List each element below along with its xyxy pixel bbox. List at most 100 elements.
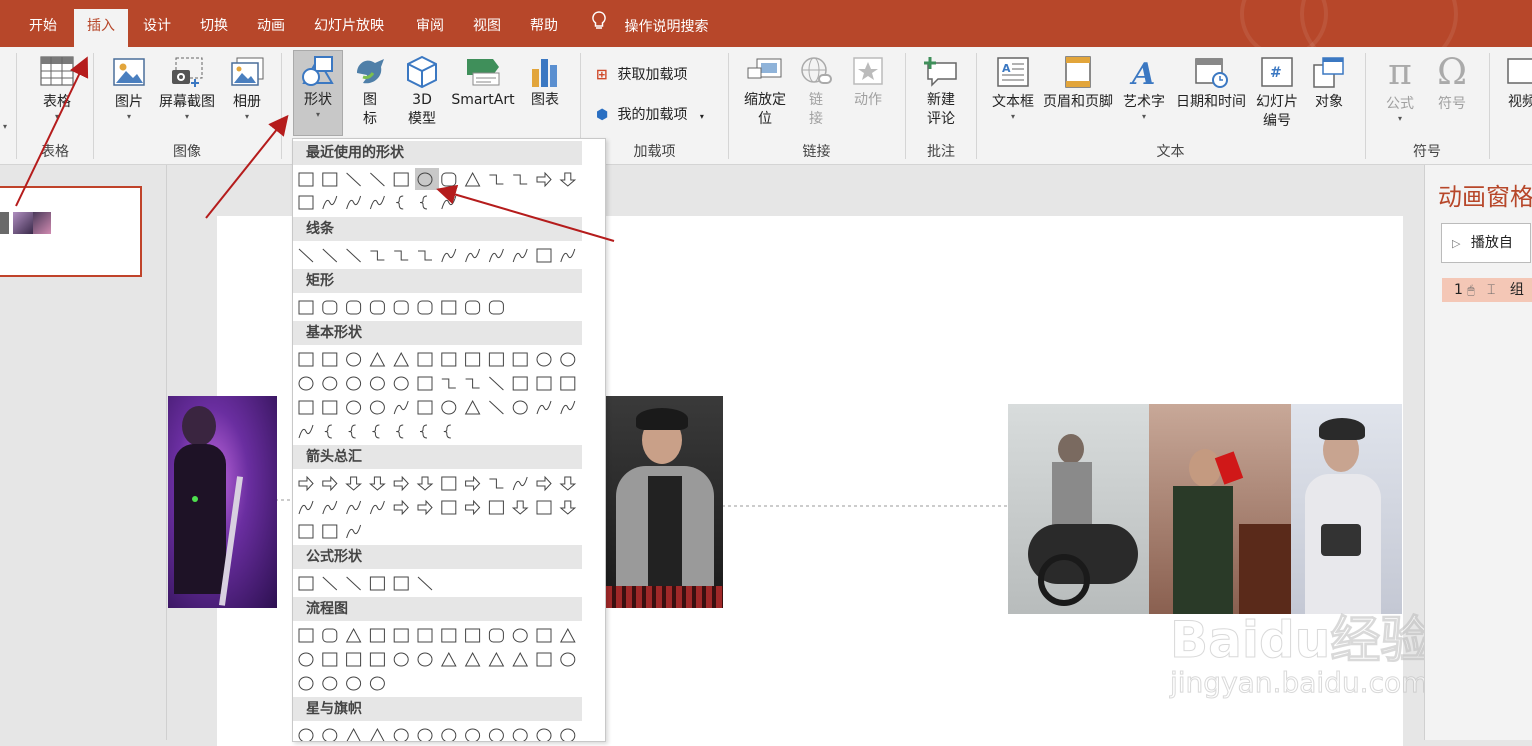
brace-shape-icon[interactable] <box>419 424 428 439</box>
curve-shape-icon[interactable] <box>441 195 457 210</box>
ellipse-shape-icon[interactable] <box>512 628 528 643</box>
rect-shape-icon[interactable] <box>417 628 433 643</box>
wordart-button[interactable]: A 艺术字 ▾ <box>1120 55 1168 122</box>
get-addins-button[interactable]: ⊞ 获取加载项 <box>596 64 687 84</box>
rect-shape-icon[interactable] <box>465 352 481 367</box>
table-button[interactable]: 表格 ▾ <box>28 55 86 122</box>
arrowR-shape-icon[interactable] <box>298 475 314 492</box>
arrowR-shape-icon[interactable] <box>536 171 552 188</box>
ellipse-shape-icon[interactable] <box>369 400 385 415</box>
curve-shape-icon[interactable] <box>465 248 481 263</box>
rect-shape-icon[interactable] <box>417 376 433 391</box>
equation-button[interactable]: π 公式 ▾ <box>1376 53 1424 124</box>
tri-shape-icon[interactable] <box>369 351 386 367</box>
roundrect-shape-icon[interactable] <box>465 300 481 315</box>
rect-shape-icon[interactable] <box>417 352 433 367</box>
rect-shape-icon[interactable] <box>369 628 385 643</box>
roundrect-shape-icon[interactable] <box>346 300 362 315</box>
ellipse-shape-icon[interactable] <box>417 172 433 187</box>
tab-review[interactable]: 审阅 <box>416 0 444 47</box>
ellipse-shape-icon[interactable] <box>346 352 362 367</box>
tab-transitions[interactable]: 切换 <box>200 0 228 47</box>
curve-shape-icon[interactable] <box>346 500 362 515</box>
rect-shape-icon[interactable] <box>536 376 552 391</box>
line-shape-icon[interactable] <box>346 172 361 187</box>
3d-models-button[interactable]: 3D 模型 <box>400 53 444 129</box>
curve-shape-icon[interactable] <box>536 400 552 415</box>
curve-shape-icon[interactable] <box>512 476 528 491</box>
line-shape-icon[interactable] <box>346 576 361 591</box>
video-button[interactable]: 视频 <box>1500 55 1532 112</box>
rect-shape-icon[interactable] <box>512 352 528 367</box>
tri-shape-icon[interactable] <box>464 651 481 667</box>
ellipse-shape-icon[interactable] <box>417 728 433 741</box>
elbow-shape-icon[interactable] <box>489 174 504 185</box>
ellipse-shape-icon[interactable] <box>536 352 552 367</box>
ellipse-shape-icon[interactable] <box>560 728 576 741</box>
rect-shape-icon[interactable] <box>322 652 338 667</box>
curve-shape-icon[interactable] <box>346 524 362 539</box>
slide-photo-concert[interactable] <box>168 396 277 608</box>
slide-number-button[interactable]: # 幻灯片 编号 <box>1253 55 1301 131</box>
line-shape-icon[interactable] <box>346 248 361 263</box>
rect-shape-icon[interactable] <box>488 500 504 515</box>
curve-shape-icon[interactable] <box>346 195 362 210</box>
tri-shape-icon[interactable] <box>512 651 529 667</box>
rect-shape-icon[interactable] <box>298 172 314 187</box>
rect-shape-icon[interactable] <box>298 195 314 210</box>
ellipse-shape-icon[interactable] <box>369 676 385 691</box>
slide-photo-piano[interactable] <box>1149 404 1291 614</box>
rect-shape-icon[interactable] <box>322 400 338 415</box>
link-button[interactable]: 链 接 <box>796 55 836 129</box>
roundrect-shape-icon[interactable] <box>322 300 338 315</box>
my-addins-button[interactable]: ⬢ 我的加载项 ▾ <box>596 104 704 124</box>
ellipse-shape-icon[interactable] <box>298 728 314 741</box>
animation-list-item[interactable]: 1 🖱 ⌶ 组 <box>1442 278 1532 302</box>
rect-shape-icon[interactable] <box>298 524 314 539</box>
roundrect-shape-icon[interactable] <box>488 628 504 643</box>
tri-shape-icon[interactable] <box>440 651 457 667</box>
line-shape-icon[interactable] <box>489 376 504 391</box>
symbol-button[interactable]: Ω 符号 <box>1428 53 1476 114</box>
rect-shape-icon[interactable] <box>298 352 314 367</box>
tri-shape-icon[interactable] <box>346 727 361 741</box>
brace-shape-icon[interactable] <box>372 424 380 439</box>
tri-shape-icon[interactable] <box>393 351 410 367</box>
brace-shape-icon[interactable] <box>324 424 332 439</box>
curve-shape-icon[interactable] <box>369 500 385 515</box>
rect-shape-icon[interactable] <box>536 248 552 263</box>
shapes-button[interactable]: 形状 ▾ <box>293 50 343 136</box>
curve-shape-icon[interactable] <box>560 248 576 263</box>
curve-shape-icon[interactable] <box>298 500 314 515</box>
zoom-button[interactable]: 缩放定 位 <box>738 55 792 129</box>
tri-shape-icon[interactable] <box>370 727 385 741</box>
elbow-shape-icon[interactable] <box>418 250 432 261</box>
rect-shape-icon[interactable] <box>393 628 409 643</box>
roundrect-shape-icon[interactable] <box>488 300 504 315</box>
elbow-shape-icon[interactable] <box>513 174 528 185</box>
tab-home[interactable]: 开始 <box>29 0 57 47</box>
ellipse-shape-icon[interactable] <box>298 676 314 691</box>
icons-button[interactable]: 图 标 <box>350 53 390 129</box>
ellipse-shape-icon[interactable] <box>441 728 457 741</box>
rect-shape-icon[interactable] <box>465 628 481 643</box>
action-button[interactable]: 动作 <box>846 55 890 110</box>
ellipse-shape-icon[interactable] <box>393 652 409 667</box>
arrowR-shape-icon[interactable] <box>417 499 433 516</box>
smartart-button[interactable]: SmartArt <box>449 53 517 110</box>
tab-animations[interactable]: 动画 <box>257 0 285 47</box>
rect-shape-icon[interactable] <box>298 576 314 591</box>
brace-shape-icon[interactable] <box>348 424 356 439</box>
curve-shape-icon[interactable] <box>369 195 385 210</box>
line-shape-icon[interactable] <box>322 576 338 591</box>
rect-shape-icon[interactable] <box>536 628 552 643</box>
arrowR-shape-icon[interactable] <box>465 475 481 492</box>
brace-shape-icon[interactable] <box>396 424 404 439</box>
line-shape-icon[interactable] <box>370 172 385 187</box>
rect-shape-icon[interactable] <box>393 576 409 591</box>
rect-shape-icon[interactable] <box>417 400 433 415</box>
rect-shape-icon[interactable] <box>393 172 409 187</box>
textbox-button[interactable]: A 文本框 ▾ <box>988 55 1038 122</box>
rect-shape-icon[interactable] <box>441 500 457 515</box>
ellipse-shape-icon[interactable] <box>512 728 528 741</box>
